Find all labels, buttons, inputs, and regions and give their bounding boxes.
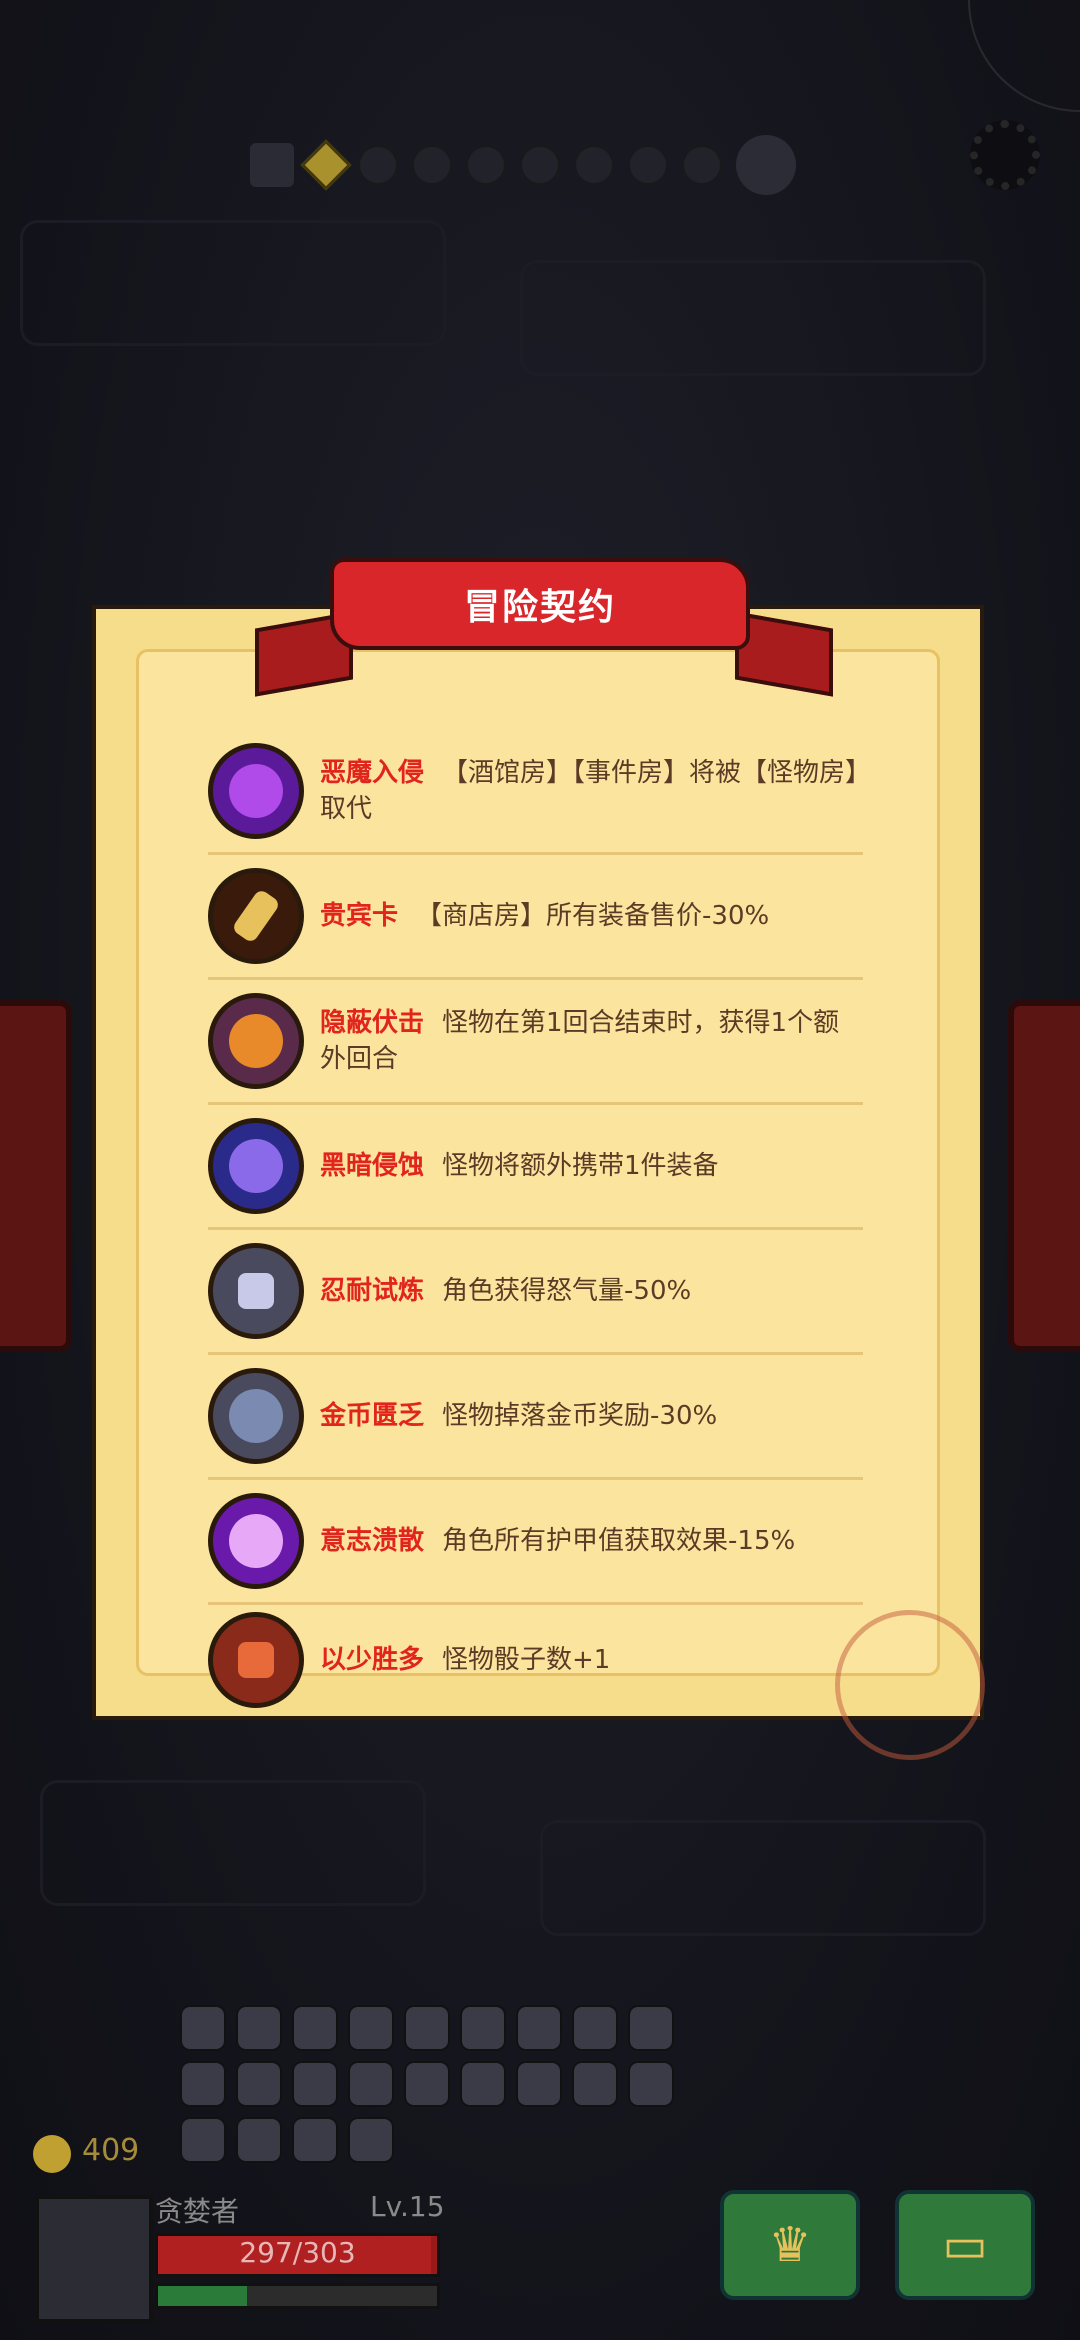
inventory-item[interactable] [516,2005,562,2051]
exp-bar [155,2283,440,2309]
contract-name: 隐蔽伏击 [320,1008,425,1038]
contract-list[interactable]: 恶魔入侵 【酒馆房】【事件房】将被【怪物房】取代 贵宾卡 【商店房】所有装备售价-3… [208,730,863,1715]
equipment-button[interactable]: ♛ [720,2190,860,2300]
contract-row[interactable]: 忍耐试炼 角色获得怒气量-50% [208,1230,863,1355]
contract-desc: 怪物骰子数+1 [442,1645,611,1675]
contract-name: 贵宾卡 [320,901,399,931]
contract-name: 以少胜多 [320,1645,425,1675]
dark-potion-icon [208,1118,304,1214]
demon-icon [208,743,304,839]
contract-desc: 角色获得怒气量-50% [442,1276,692,1306]
inventory-item[interactable] [236,2117,282,2163]
player-level: Lv.15 [370,2190,445,2223]
contract-row[interactable]: 隐蔽伏击 怪物在第1回合结束时，获得1个额外回合 [208,980,863,1105]
contract-row[interactable]: 意志溃散 角色所有护甲值获取效果-15% [208,1480,863,1605]
inventory-item[interactable] [404,2061,450,2107]
inventory-item[interactable] [572,2005,618,2051]
contract-row[interactable]: 恶魔入侵 【酒馆房】【事件房】将被【怪物房】取代 [208,730,863,855]
coin-icon [33,2135,71,2173]
inventory-item[interactable] [180,2117,226,2163]
dice-icon [208,1612,304,1708]
inventory-item[interactable] [292,2005,338,2051]
contract-name: 黑暗侵蚀 [320,1151,425,1181]
contract-name: 忍耐试炼 [320,1276,425,1306]
inventory-item[interactable] [460,2005,506,2051]
cards-button[interactable]: ▭ [895,2190,1035,2300]
contract-stamp-decoration [835,1610,985,1760]
ambush-icon [208,993,304,1089]
contract-name: 意志溃散 [320,1526,425,1556]
coin-count: 409 [82,2133,140,2168]
inventory-item[interactable] [628,2005,674,2051]
contract-row[interactable]: 贵宾卡 【商店房】所有装备售价-30% [208,855,863,980]
inventory-item[interactable] [292,2117,338,2163]
inventory-item[interactable] [292,2061,338,2107]
inventory-item[interactable] [236,2061,282,2107]
inventory-item[interactable] [460,2061,506,2107]
fist-icon [208,1243,304,1339]
player-avatar[interactable] [35,2195,153,2323]
contract-row[interactable]: 以少胜多 怪物骰子数+1 [208,1605,863,1715]
contract-row[interactable]: 黑暗侵蚀 怪物将额外携带1件装备 [208,1105,863,1230]
contract-name: 恶魔入侵 [320,758,425,788]
inventory-item[interactable] [348,2117,394,2163]
hp-text: 297/303 [239,2236,356,2269]
modal-title: 冒险契约 [463,587,616,628]
contract-desc: 角色所有护甲值获取效果-15% [442,1526,796,1556]
inventory-item[interactable] [348,2005,394,2051]
helmet-icon: ♛ [768,2217,812,2273]
vip-card-icon [208,868,304,964]
player-name: 贪婪者 [155,2195,240,2228]
inventory-item[interactable] [348,2061,394,2107]
inventory-item[interactable] [516,2061,562,2107]
inventory-item[interactable] [236,2005,282,2051]
contract-name: 金币匮乏 [320,1401,425,1431]
inventory-items[interactable] [180,2005,700,2163]
contract-row[interactable]: 金币匮乏 怪物掉落金币奖励-30% [208,1355,863,1480]
contract-desc: 怪物将额外携带1件装备 [442,1151,719,1181]
coin-shield-icon [208,1368,304,1464]
inventory-item[interactable] [180,2005,226,2051]
inventory-item[interactable] [572,2061,618,2107]
inventory-item[interactable] [180,2061,226,2107]
inventory-item[interactable] [628,2061,674,2107]
contract-desc: 【商店房】所有装备售价-30% [416,901,770,931]
inventory-item[interactable] [404,2005,450,2051]
cards-icon: ▭ [942,2217,988,2273]
contract-desc: 怪物掉落金币奖励-30% [442,1401,718,1431]
title-ribbon: 冒险契约 [330,558,750,650]
broken-shield-icon [208,1493,304,1589]
